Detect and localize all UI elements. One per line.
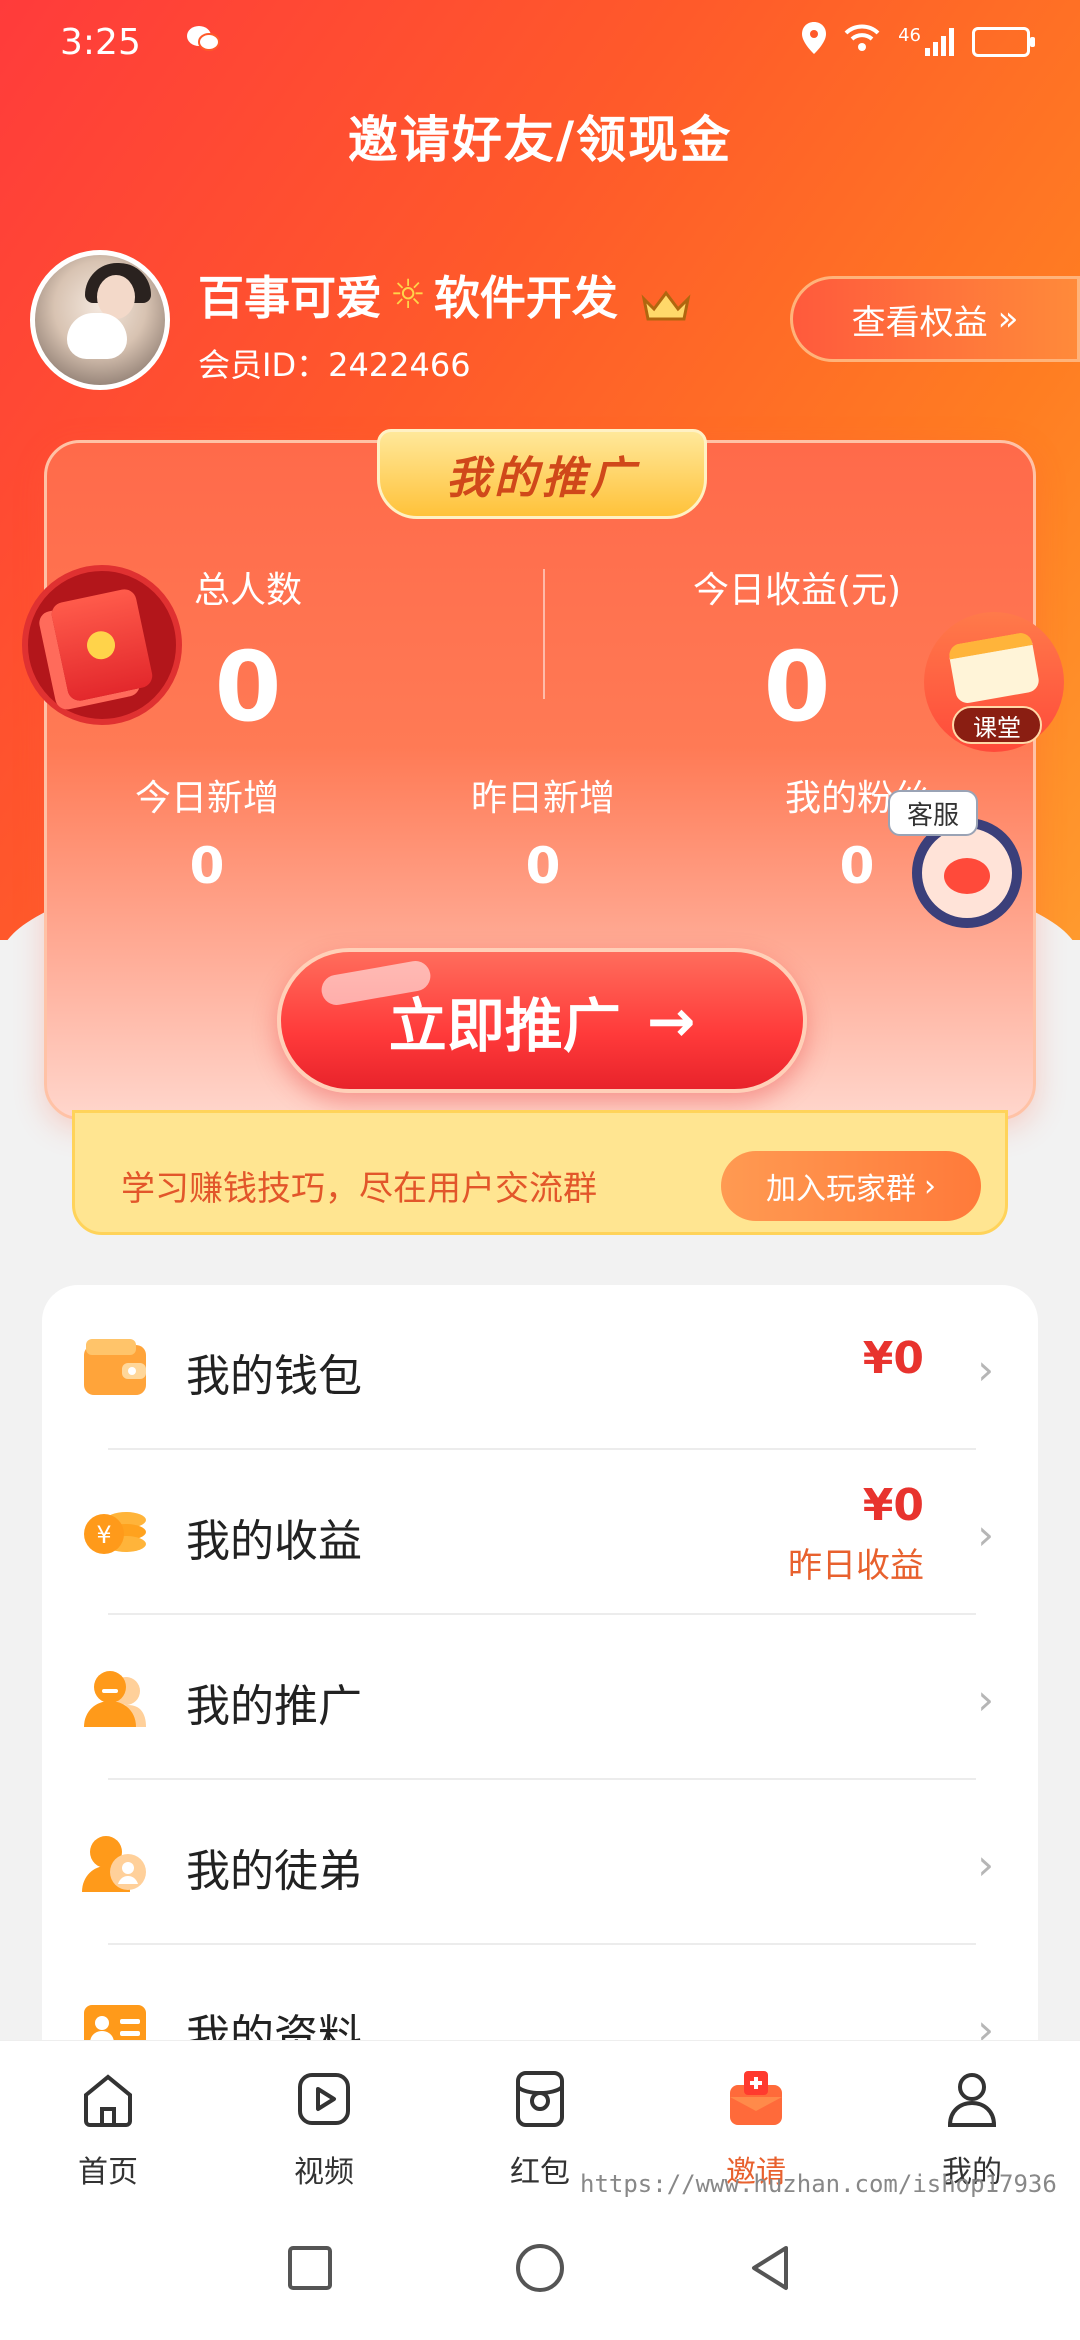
earnings-sub: 昨日收益 bbox=[788, 1546, 924, 1586]
system-navigation-bar bbox=[0, 2200, 1080, 2340]
status-bar: 3:25 46 bbox=[60, 12, 1035, 72]
chevron-right-icon: › bbox=[977, 1345, 994, 1394]
red-packet-icon bbox=[49, 587, 155, 703]
customer-service-float-button[interactable]: 客服 bbox=[888, 790, 1040, 930]
view-rights-label: 查看权益 bbox=[851, 302, 988, 343]
group-banner: 学习赚钱技巧，尽在用户交流群 加入玩家群 › bbox=[72, 1110, 1008, 1235]
course-label: 课堂 bbox=[952, 706, 1042, 744]
menu-list: 我的钱包 ¥0 › ¥ 我的收益 ¥0 昨日收益 › 我的推广 › 我的徒弟 ›… bbox=[42, 1285, 1038, 2085]
promote-now-button[interactable]: 立即推广 → bbox=[277, 948, 807, 1093]
today-income-value: 0 bbox=[763, 631, 831, 743]
avatar[interactable] bbox=[30, 250, 170, 390]
wifi-icon bbox=[844, 24, 880, 60]
video-icon bbox=[298, 2073, 350, 2125]
signal-icon bbox=[925, 28, 954, 56]
yesterday-new-label: 昨日新增 bbox=[470, 778, 615, 819]
stat-divider bbox=[543, 569, 545, 699]
tab-video[interactable]: 视频 bbox=[244, 2069, 404, 2191]
recents-button-icon[interactable] bbox=[282, 2240, 338, 2296]
yesterday-new-value: 0 bbox=[525, 837, 561, 895]
coins-icon: ¥ bbox=[84, 1512, 146, 1554]
promote-now-label: 立即推广 bbox=[388, 991, 621, 1060]
page-title: 邀请好友/领现金 bbox=[347, 111, 733, 169]
home-button-icon[interactable] bbox=[512, 2240, 568, 2296]
tab-home-label: 首页 bbox=[78, 2155, 138, 2190]
stat-today-income: 今日收益(元) 0 bbox=[647, 561, 947, 743]
promotion-card: 我的推广 总人数 0 今日收益(元) 0 今日新增 0 昨日新增 0 我的粉丝 … bbox=[44, 429, 1036, 1120]
chevron-right-icon: › bbox=[977, 1675, 994, 1724]
user-icon bbox=[947, 2073, 997, 2127]
menu-item-wallet[interactable]: 我的钱包 ¥0 › bbox=[42, 1285, 1038, 1450]
menu-item-apprentice[interactable]: 我的徒弟 › bbox=[42, 1780, 1038, 1945]
earnings-label: 我的收益 bbox=[186, 1516, 362, 1567]
join-group-button[interactable]: 加入玩家群 › bbox=[721, 1151, 981, 1221]
course-float-button[interactable]: 课堂 bbox=[924, 612, 1064, 752]
promotion-tag: 我的推广 bbox=[377, 429, 707, 519]
wechat-icon bbox=[185, 22, 221, 63]
double-chevron-right-icon: » bbox=[997, 299, 1019, 339]
chevron-right-icon: › bbox=[977, 1840, 994, 1889]
status-time: 3:25 bbox=[60, 21, 141, 63]
chevron-right-icon: › bbox=[924, 1168, 936, 1204]
home-icon bbox=[84, 2074, 132, 2127]
user-name-part2: 软件开发 bbox=[433, 271, 618, 325]
crown-icon bbox=[640, 280, 692, 321]
user-name-part1: 百事可爱 bbox=[198, 271, 382, 325]
arrow-right-icon: → bbox=[646, 986, 696, 1055]
menu-item-earnings[interactable]: ¥ 我的收益 ¥0 昨日收益 › bbox=[42, 1450, 1038, 1615]
user-promotion-icon bbox=[84, 1671, 146, 1727]
customer-service-label: 客服 bbox=[888, 790, 978, 836]
wallet-label: 我的钱包 bbox=[186, 1351, 362, 1402]
wallet-value: ¥0 bbox=[862, 1333, 924, 1384]
join-group-label: 加入玩家群 bbox=[766, 1172, 916, 1207]
menu-item-promotion[interactable]: 我的推广 › bbox=[42, 1615, 1038, 1780]
stat-yesterday-new: 昨日新增 0 bbox=[413, 769, 673, 895]
battery-icon bbox=[972, 27, 1035, 57]
chevron-right-icon: › bbox=[977, 1510, 994, 1559]
svg-text:¥: ¥ bbox=[96, 1521, 111, 1549]
promotion-label: 我的推广 bbox=[186, 1681, 362, 1732]
tab-home[interactable]: 首页 bbox=[28, 2069, 188, 2191]
red-packet-tab-icon bbox=[516, 2071, 564, 2127]
group-banner-text: 学习赚钱技巧，尽在用户交流群 bbox=[121, 1169, 597, 1209]
location-icon bbox=[802, 22, 827, 62]
invite-icon bbox=[730, 2071, 782, 2125]
back-button-icon[interactable] bbox=[742, 2240, 798, 2296]
today-new-value: 0 bbox=[189, 837, 225, 895]
profile-section: 百事可爱 ☼ 软件开发 会员ID：2422466 查看权益 » bbox=[30, 250, 1080, 390]
graduation-cap-icon bbox=[947, 631, 1041, 705]
stat-today-new: 今日新增 0 bbox=[77, 769, 337, 895]
network-type: 46 bbox=[898, 24, 921, 46]
member-id: 会员ID：2422466 bbox=[198, 346, 471, 384]
today-new-label: 今日新增 bbox=[134, 778, 279, 819]
apprentice-label: 我的徒弟 bbox=[186, 1846, 362, 1897]
user-name: 百事可爱 ☼ 软件开发 bbox=[198, 262, 692, 328]
wallet-icon bbox=[84, 1339, 146, 1395]
watermark: https://www.huzhan.com/ishop17936 bbox=[580, 2170, 1057, 2198]
tab-video-label: 视频 bbox=[294, 2155, 354, 2190]
today-income-label: 今日收益(元) bbox=[692, 570, 902, 611]
sun-icon: ☼ bbox=[390, 272, 426, 318]
view-rights-button[interactable]: 查看权益 » bbox=[790, 276, 1080, 362]
earnings-value: ¥0 bbox=[862, 1480, 924, 1531]
red-packet-float-button[interactable] bbox=[22, 565, 182, 725]
apprentice-icon bbox=[82, 1836, 146, 1892]
